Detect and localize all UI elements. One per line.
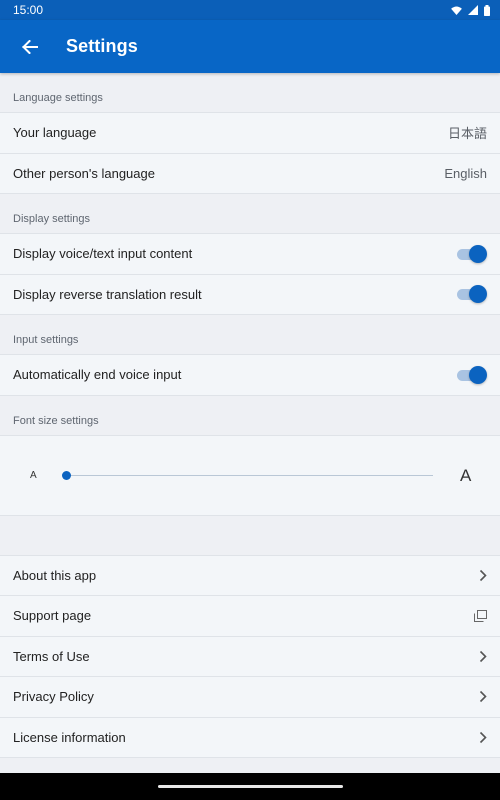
section-header-font-size: Font size settings [0,396,500,436]
other-language-label: Other person's language [13,165,155,181]
battery-icon [484,4,490,16]
external-link-icon [474,609,487,622]
wifi-icon [451,5,462,15]
status-bar: 15:00 [0,0,500,20]
terms-of-use-row[interactable]: Terms of Use [0,636,500,677]
home-indicator[interactable] [157,785,343,788]
font-size-small-label: A [30,469,37,481]
status-icons [451,4,490,16]
other-language-value: English [444,165,487,181]
voice-text-display-label: Display voice/text input content [13,246,193,262]
arrow-back-icon [22,39,38,54]
license-information-row[interactable]: License information [0,717,500,758]
section-header-display: Display settings [0,194,500,234]
reverse-translation-row[interactable]: Display reverse translation result [0,274,500,315]
app-bar: Settings [0,20,500,73]
privacy-policy-label: Privacy Policy [13,689,94,705]
section-header-input: Input settings [0,315,500,355]
chevron-right-icon [479,731,487,743]
chevron-right-icon [479,691,487,703]
font-size-large-label: A [460,465,472,485]
your-language-row[interactable]: Your language 日本語 [0,113,500,154]
font-size-slider-row: A A [0,435,500,516]
chevron-right-icon [479,650,487,662]
chevron-right-icon [479,569,487,581]
support-page-row[interactable]: Support page [0,596,500,637]
reverse-translation-toggle[interactable] [457,284,487,304]
auto-end-voice-toggle[interactable] [457,365,487,385]
license-information-label: License information [13,729,126,745]
page-title: Settings [66,36,138,56]
about-app-label: About this app [13,567,97,583]
privacy-policy-row[interactable]: Privacy Policy [0,677,500,718]
font-size-slider-thumb[interactable] [62,470,71,480]
settings-list: Language settings Your language 日本語 Othe… [0,73,500,773]
your-language-value: 日本語 [447,126,487,142]
auto-end-voice-row[interactable]: Automatically end voice input [0,355,500,396]
voice-text-display-row[interactable]: Display voice/text input content [0,234,500,275]
status-time: 15:00 [13,3,44,17]
terms-of-use-label: Terms of Use [13,648,90,664]
back-button[interactable] [0,20,60,73]
about-app-row[interactable]: About this app [0,555,500,596]
your-language-label: Your language [13,125,97,141]
system-navigation-bar [0,773,500,800]
font-size-slider-track[interactable] [66,474,433,476]
auto-end-voice-label: Automatically end voice input [13,367,182,383]
section-header-language: Language settings [0,73,500,113]
support-page-label: Support page [13,608,92,624]
signal-icon [468,5,478,15]
reverse-translation-label: Display reverse translation result [13,286,202,302]
other-language-row[interactable]: Other person's language English [0,153,500,194]
voice-text-display-toggle[interactable] [457,244,487,264]
section-spacer [0,516,500,556]
